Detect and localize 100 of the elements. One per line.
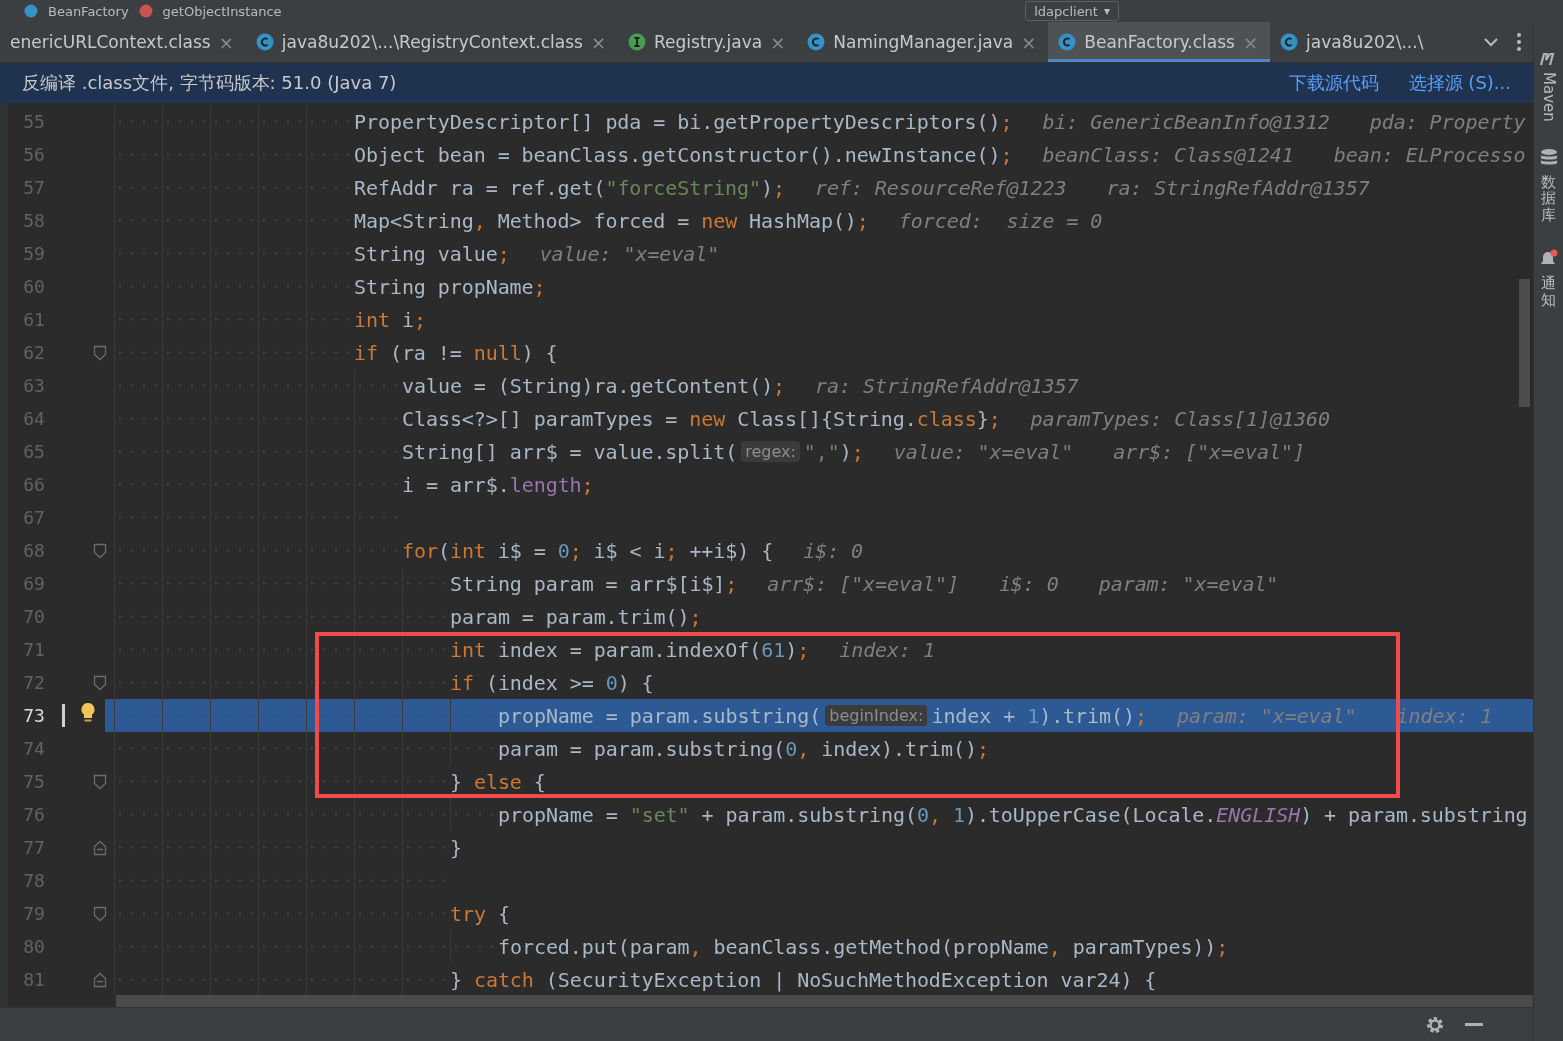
more-icon[interactable] [1517,33,1521,51]
settings-icon[interactable] [1425,1014,1445,1035]
code-text: RefAddr ra = ref.get("forceString"); [354,175,785,200]
editor-tab[interactable]: enericURLContext.class × [0,22,246,62]
code-text: forced.put(param, beanClass.getMethod(propName, paramTypes)); [498,934,1229,959]
line-number: 78 [22,870,46,891]
code-text: int index = param.indexOf(61); [450,637,810,662]
code-text: Object bean = beanClass.getConstructor().newInstance(); [354,142,1013,167]
code-text: ","); [803,439,864,464]
code-text: Map<String, Method> forced = new HashMap(); [354,208,869,233]
line-number: 56 [22,144,46,165]
horizontal-scrollbar[interactable] [116,995,1533,1007]
tool-window-button[interactable]: Maven [1538,52,1559,122]
editor-tab[interactable]: BeanFactory.class × [1048,22,1271,62]
banner-link[interactable]: 选择源 (S)... [1408,71,1511,95]
fold-marker-icon[interactable] [93,773,107,790]
code-text: String propName; [354,274,546,299]
interface-icon [628,33,646,51]
line-number: 71 [22,639,46,660]
code-text: try { [450,901,510,926]
code-text: i = arr$.length; [402,472,594,497]
debug-value: i$: 0 [998,571,1059,596]
tool-window-button[interactable]: 通知 [1538,249,1559,309]
fold-marker-icon[interactable] [93,674,107,691]
line-number: 61 [22,309,46,330]
line-number: 65 [22,441,46,462]
code-text: Class<?>[] paramTypes = new Class[]{String.class}; [402,406,1001,431]
debug-value: param: "x=eval" [1098,571,1279,596]
close-icon[interactable]: × [590,31,606,53]
run-configuration-dropdown[interactable]: ldapclient ▾ [1025,1,1119,21]
line-number: 67 [22,507,46,528]
fold-marker-icon[interactable] [93,971,107,988]
debug-value: value: "x=eval" [893,439,1074,464]
debug-value: ra: StringRefAddr@1357 [1106,175,1370,200]
line-number: 81 [22,969,46,990]
line-number: 74 [22,738,46,759]
line-number: 62 [22,342,46,363]
breadcrumb[interactable]: getObjectInstance [162,3,282,19]
line-number: 58 [22,210,46,231]
editor-tab[interactable]: NamingManager.java × [797,22,1049,62]
debug-value: arr$: ["x=eval"] [767,571,959,596]
debug-value: beanClass: Class@1241 [1042,142,1294,167]
caret-marker-icon [62,704,65,727]
line-number: 77 [22,837,46,858]
line-number: 72 [22,672,46,693]
code-text: } else { [450,769,546,794]
code-text: for(int i$ = 0; i$ < i; ++i$) { [402,538,774,563]
tool-window-button[interactable]: 数据库 [1539,147,1558,224]
code-text: } catch (SecurityException | NoSuchMethodException var24) { [450,967,1157,992]
parameter-hint: beginIndex: [825,705,928,726]
code-text: propName = "set" + param.substring(0, 1).toUpperCase(Locale.ENGLISH) + param.substring [498,802,1528,827]
line-number: 57 [22,177,46,198]
debug-value: bi: GenericBeanInfo@1312 [1042,109,1330,134]
close-icon[interactable]: × [770,31,786,53]
code-text: param = param.trim(); [450,604,702,629]
fold-marker-icon[interactable] [93,542,107,559]
line-number: 55 [22,111,46,132]
chevron-down-icon[interactable] [1483,37,1499,47]
minimize-icon[interactable] [1465,1022,1483,1027]
code-text: param = param.substring(0, index).trim(); [498,736,989,761]
debug-value: ra: StringRefAddr@1357 [815,373,1079,398]
line-number: 75 [22,771,46,792]
fold-marker-icon[interactable] [93,839,107,856]
debug-value: index: 1 [839,637,935,662]
debug-value: i$: 0 [803,538,864,563]
code-text: propName = param.substring( [498,703,822,728]
editor-tab[interactable]: java8u202\...\ [1270,22,1436,62]
debug-value: forced: size = 0 [898,208,1103,233]
code-text: index + 1).trim(); [931,703,1147,728]
debug-value: pda: Property [1369,109,1526,134]
editor-tab[interactable]: Registry.java × [618,22,798,62]
close-icon[interactable]: × [1021,31,1037,53]
debug-value: index: 1 [1396,703,1493,728]
debug-value: bean: ELProcesso [1333,142,1526,167]
code-text: int i; [354,307,426,332]
lightbulb-icon[interactable] [80,702,96,724]
decompiled-notice: 反编译 .class文件, 字节码版本: 51.0 (Java 7) [22,71,397,95]
debug-value: ref: ResourceRef@1223 [815,175,1067,200]
code-text: PropertyDescriptor[] pda = bi.getPropertyDescriptors(); [354,109,1013,134]
line-number: 79 [22,903,46,924]
line-number: 64 [22,408,46,429]
editor-tab[interactable]: java8u202\...\RegistryContext.class × [245,22,618,62]
code-text: } [450,835,462,860]
fold-marker-icon[interactable] [93,344,107,361]
breadcrumb[interactable]: BeanFactory [48,3,129,19]
fold-marker-icon[interactable] [93,905,107,922]
line-number: 59 [22,243,46,264]
code-text: if (ra != null) { [354,340,558,365]
line-number: 66 [22,474,46,495]
vertical-scrollbar[interactable] [1519,279,1530,407]
debug-value: value: "x=eval" [539,241,720,266]
code-text: String value; [354,241,510,266]
line-number: 76 [22,804,46,825]
debug-value: arr$: ["x=eval"] [1113,439,1305,464]
line-number: 69 [22,573,46,594]
code-text: if (index >= 0) { [450,670,654,695]
parameter-hint: regex: [741,441,800,462]
close-icon[interactable]: × [218,31,234,53]
line-number: 60 [22,276,46,297]
banner-link[interactable]: 下载源代码 [1288,71,1379,95]
